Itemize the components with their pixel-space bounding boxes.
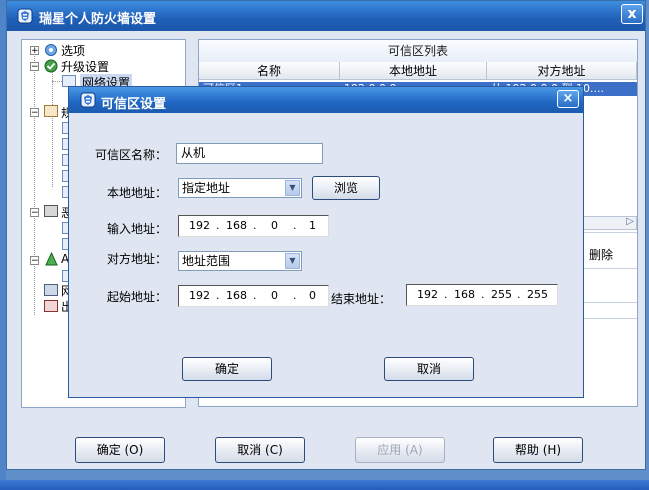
horizontal-scrollbar[interactable]: ▷ (579, 216, 637, 230)
ip-octet[interactable]: 1 (309, 216, 316, 236)
ip-octet[interactable]: 0 (271, 286, 278, 306)
ip-octet[interactable]: 168 (226, 286, 247, 306)
tree-connector (52, 81, 62, 82)
peer-address-select[interactable]: 地址范围 ▼ (178, 251, 302, 271)
browse-button[interactable]: 浏览 (312, 176, 380, 200)
ip-octet[interactable]: 255 (491, 285, 512, 305)
apply-button[interactable]: 应用 (A) (355, 437, 445, 463)
column-header-name[interactable]: 名称 (199, 62, 340, 80)
dialog-titlebar[interactable]: 可信区设置 × (69, 87, 583, 113)
ip-octet[interactable]: 192 (189, 216, 210, 236)
end-address-ip-field[interactable]: 192 . 168 . 255 . 255 (406, 284, 558, 306)
ip-octet[interactable]: 192 (417, 285, 438, 305)
start-address-ip-field[interactable]: 192 . 168 . 0 . 0 (178, 285, 329, 307)
peer-address-label: 对方地址： (107, 252, 168, 266)
collapse-toggle-evil[interactable]: − (30, 208, 39, 218)
chevron-down-icon[interactable]: ▼ (285, 180, 300, 196)
chevron-down-icon[interactable]: ▼ (285, 253, 300, 269)
local-address-select[interactable]: 指定地址 ▼ (178, 178, 302, 198)
column-header-local-address[interactable]: 本地地址 (340, 62, 487, 80)
ip-octet[interactable]: 168 (226, 216, 247, 236)
tree-connector (34, 50, 35, 315)
shield-app-icon (17, 8, 33, 24)
malicious-icon (44, 205, 58, 217)
shield-app-icon (80, 92, 96, 108)
trusted-zone-dialog: 可信区设置 × 可信区名称： 从机 本地地址： 指定地址 ▼ 浏览 输入地址： … (68, 86, 584, 398)
rules-icon (44, 105, 58, 117)
outbound-icon (44, 300, 58, 312)
dialog-cancel-button[interactable]: 取消 (384, 357, 474, 381)
tree-item-upgrade[interactable]: 升级设置 (61, 58, 109, 75)
dialog-ok-button[interactable]: 确定 (182, 357, 272, 381)
collapse-toggle-upgrade[interactable]: − (30, 62, 39, 72)
peer-address-value: 地址范围 (182, 254, 231, 268)
expand-toggle-options[interactable]: + (30, 46, 39, 56)
main-window-title: 瑞星个人防火墙设置 (39, 12, 157, 27)
zone-name-input[interactable]: 从机 (176, 143, 323, 164)
ok-button[interactable]: 确定 (O) (75, 437, 165, 463)
column-header-peer-address[interactable]: 对方地址 (487, 62, 637, 80)
input-address-label: 输入地址： (107, 222, 168, 236)
input-address-ip-field[interactable]: 192 . 168 . 0 . 1 (178, 215, 329, 237)
options-icon (45, 44, 57, 56)
cancel-button[interactable]: 取消 (C) (215, 437, 305, 463)
main-titlebar[interactable]: 瑞星个人防火墙设置 x (7, 1, 645, 31)
zone-name-label: 可信区名称： (95, 148, 168, 162)
dialog-close-button[interactable]: × (557, 90, 579, 108)
ip-octet[interactable]: 168 (454, 285, 475, 305)
delete-button[interactable]: 删除 (589, 246, 613, 263)
taskbar[interactable] (0, 480, 649, 490)
local-address-label: 本地地址： (107, 186, 168, 200)
ip-octet[interactable]: 192 (189, 286, 210, 306)
local-address-value: 指定地址 (182, 181, 231, 195)
tree-connector (52, 72, 53, 187)
dialog-title: 可信区设置 (101, 97, 167, 112)
scroll-right-arrow-icon[interactable]: ▷ (626, 216, 634, 227)
tree-item-options[interactable]: 选项 (61, 42, 85, 59)
end-address-label: 结束地址： (331, 292, 392, 306)
upgrade-check-icon (44, 59, 58, 73)
collapse-toggle-rules[interactable]: − (30, 108, 39, 118)
help-button[interactable]: 帮助 (H) (493, 437, 583, 463)
collapse-toggle-ad[interactable]: − (30, 256, 39, 266)
ip-octet[interactable]: 255 (527, 285, 548, 305)
ip-octet[interactable]: 0 (309, 286, 316, 306)
network-monitor-icon (44, 284, 58, 296)
trusted-zone-list-title: 可信区列表 (199, 40, 637, 62)
start-address-label: 起始地址： (107, 290, 168, 304)
ip-octet[interactable]: 0 (271, 216, 278, 236)
ad-filter-icon (45, 252, 58, 266)
main-close-button[interactable]: x (621, 4, 643, 24)
